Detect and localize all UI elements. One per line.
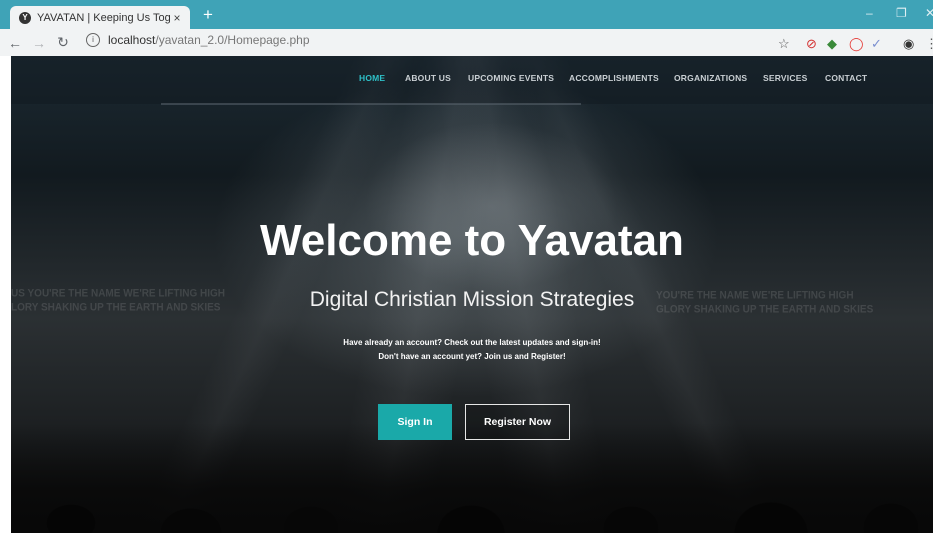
tab-title: YAVATAN | Keeping Us Together [37, 11, 170, 24]
nav-organizations[interactable]: ORGANIZATIONS [674, 73, 747, 83]
nav-home[interactable]: HOME [359, 73, 385, 83]
hero-title: Welcome to Yavatan [260, 216, 684, 265]
new-tab-button[interactable]: + [203, 6, 213, 23]
navbar-divider [161, 103, 581, 105]
nav-accomplishments[interactable]: ACCOMPLISHMENTS [569, 73, 659, 83]
extension-red-icon[interactable]: ⊘ [806, 36, 817, 52]
homepage-hero: US YOU'RE THE NAME WE'RE LIFTING HIGH LO… [11, 56, 933, 533]
nav-upcoming-events[interactable]: UPCOMING EVENTS [468, 73, 554, 83]
extension-green-icon[interactable]: ◆ [827, 36, 837, 52]
address-host: localhost [108, 33, 156, 47]
site-info-icon[interactable]: i [86, 33, 100, 47]
address-bar[interactable]: i localhost/yavatan_2.0/Homepage.php [86, 33, 310, 47]
browser-toolbar: ← → ↻ i localhost/yavatan_2.0/Homepage.p… [0, 29, 933, 57]
hero-signin-prompt: Have already an account? Check out the l… [343, 338, 601, 347]
site-favicon-icon: Y [19, 11, 31, 24]
page-left-edge [0, 56, 11, 533]
restore-icon[interactable]: ❐ [896, 6, 907, 20]
hero-subtitle: Digital Christian Mission Strategies [309, 288, 635, 311]
sign-in-button[interactable]: Sign In [378, 404, 452, 440]
nav-contact[interactable]: CONTACT [825, 73, 867, 83]
hero-register-prompt: Don't have an account yet? Join us and R… [378, 352, 566, 361]
opera-extension-icon[interactable]: ◯ [849, 36, 864, 52]
browser-tabstrip: Y YAVATAN | Keeping Us Together × + – ❐ … [0, 0, 933, 29]
minimize-icon[interactable]: – [866, 6, 873, 20]
forward-arrow-icon[interactable]: → [30, 35, 48, 51]
back-arrow-icon[interactable]: ← [6, 35, 24, 51]
close-window-icon[interactable]: ✕ [925, 6, 933, 20]
register-now-button[interactable]: Register Now [465, 404, 570, 440]
browser-tab[interactable]: Y YAVATAN | Keeping Us Together × [10, 6, 190, 29]
nav-services[interactable]: SERVICES [763, 73, 807, 83]
nav-about-us[interactable]: ABOUT US [405, 73, 451, 83]
reload-icon[interactable]: ↻ [54, 34, 72, 51]
profile-icon[interactable]: ◉ [903, 36, 914, 52]
address-path: /yavatan_2.0/Homepage.php [155, 33, 310, 47]
tab-close-icon[interactable]: × [170, 11, 184, 25]
bookmark-star-icon[interactable]: ☆ [778, 36, 790, 52]
extension-check-icon[interactable]: ✓ [871, 36, 882, 52]
menu-dots-icon[interactable]: ⋮ [925, 36, 933, 52]
